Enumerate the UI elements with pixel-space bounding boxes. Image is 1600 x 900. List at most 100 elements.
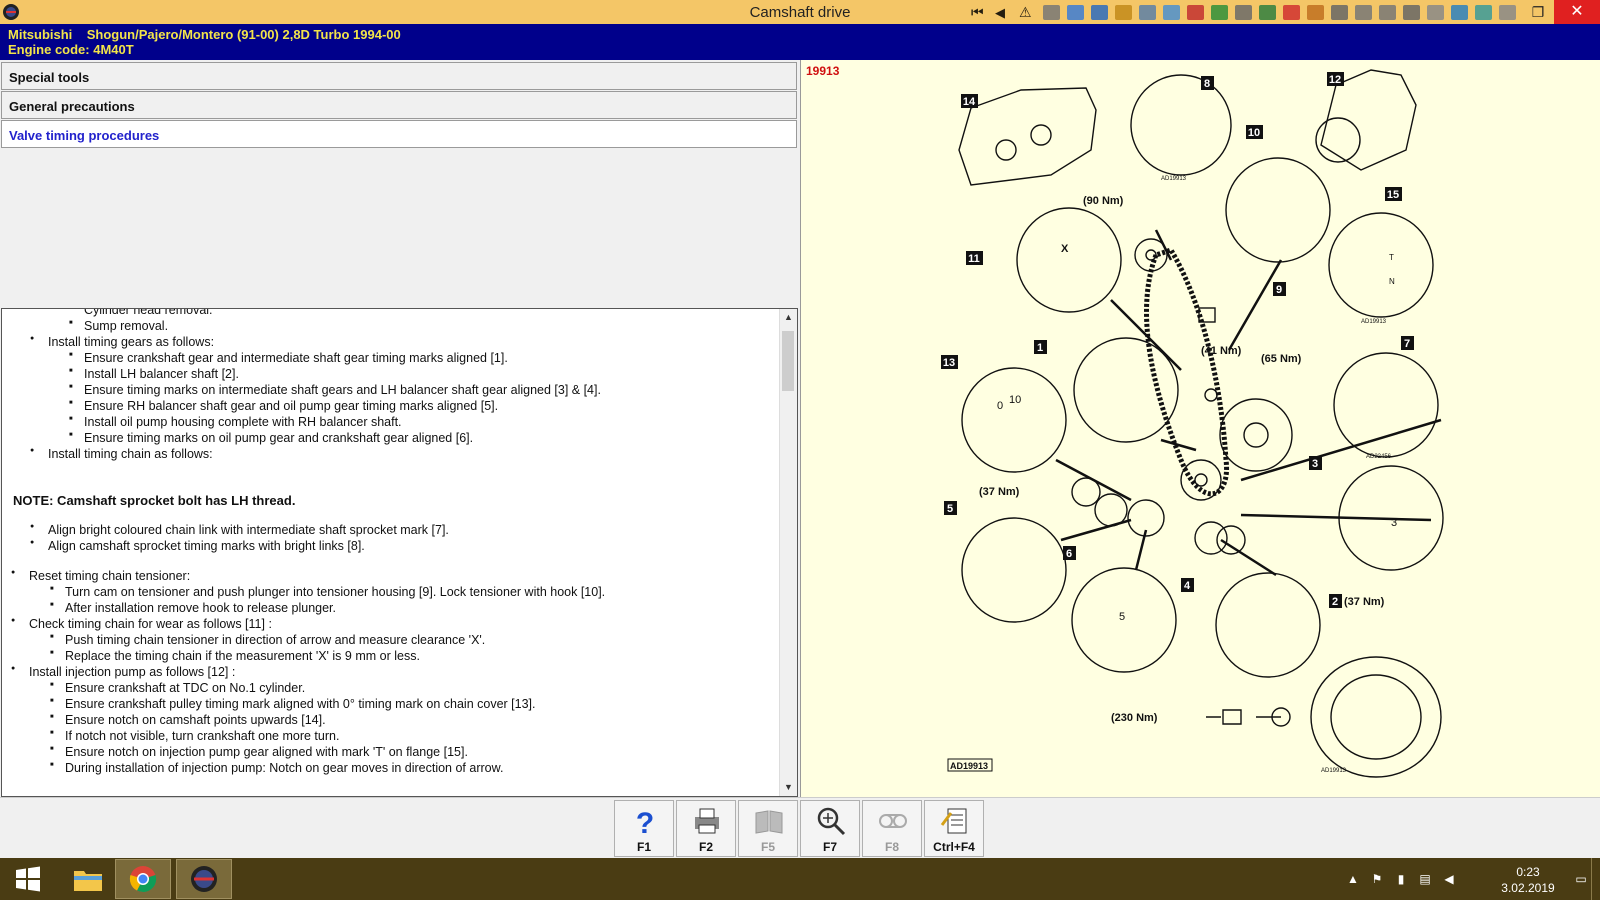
engine-diagram-icon[interactable] — [1400, 1, 1423, 23]
chain-gap-x: X — [1061, 243, 1069, 255]
car-front-icon[interactable] — [1352, 1, 1375, 23]
vehicle-make: Mitsubishi — [8, 27, 73, 42]
torque-label-tensioner: (41 Nm) — [1201, 345, 1242, 357]
f8-chain-button[interactable]: F8 — [862, 800, 922, 857]
menu-item-general-precautions[interactable]: General precautions — [1, 91, 797, 119]
first-page-icon[interactable]: ⏮ — [968, 1, 991, 23]
taskbar-file-explorer[interactable] — [60, 859, 116, 899]
procedure-line: Ensure timing marks on intermediate shaf… — [69, 383, 601, 397]
show-desktop-button[interactable] — [1591, 858, 1600, 900]
vertical-scrollbar[interactable]: ▲ ▼ — [779, 309, 797, 796]
callout-14: 14 — [963, 96, 976, 108]
f1-help-button[interactable]: ? F1 — [614, 800, 674, 857]
gear-mark-3: 3 — [1391, 517, 1397, 529]
chrome-icon — [129, 866, 157, 893]
callout-1: 1 — [1037, 342, 1043, 354]
tyre-icon[interactable] — [1472, 1, 1495, 23]
help-icon: ? — [636, 807, 654, 837]
close-button[interactable]: ✕ — [1554, 0, 1600, 24]
torque-label-balancer-left: (37 Nm) — [979, 486, 1020, 498]
callout-6: 6 — [1066, 548, 1072, 560]
f2-print-button[interactable]: F2 — [676, 800, 736, 857]
procedure-line: Push timing chain tensioner in direction… — [50, 633, 485, 647]
gauge-mark-zero: 0 — [997, 400, 1003, 412]
restore-button[interactable]: ❐ — [1522, 0, 1554, 24]
power-icon[interactable]: ▮ — [1394, 872, 1408, 886]
callout-10: 10 — [1248, 127, 1260, 139]
volume-icon[interactable]: ◀ — [1442, 872, 1456, 886]
detail-8-circle — [1130, 74, 1232, 176]
figure-code: AD19913 — [950, 761, 988, 771]
clipboard-icon[interactable] — [1496, 1, 1519, 23]
app-logo-icon[interactable] — [2, 3, 20, 21]
procedure-line: Reset timing chain tensioner: — [11, 569, 190, 583]
book-icon — [755, 810, 783, 834]
zoom-icon — [817, 807, 846, 836]
gauge-icon[interactable] — [1136, 1, 1159, 23]
show-hidden-icons-icon[interactable]: ▲ — [1346, 872, 1360, 886]
scroll-up-icon[interactable]: ▲ — [780, 309, 797, 326]
taskbar-chrome[interactable] — [115, 859, 171, 899]
vehicle-model: Shogun/Pajero/Montero (91-00) 2,8D Turbo… — [86, 27, 401, 42]
book-icon[interactable] — [1208, 1, 1231, 23]
notifications-icon[interactable]: ▭ — [1574, 872, 1588, 886]
menu-item-special-tools[interactable]: Special tools — [1, 62, 797, 90]
clock-date: 3.02.2019 — [1501, 881, 1555, 895]
callout-13: 13 — [943, 357, 955, 369]
oil-icon[interactable] — [1424, 1, 1447, 23]
tools-icon[interactable] — [1112, 1, 1135, 23]
scroll-down-icon[interactable]: ▼ — [780, 779, 797, 796]
taskbar-autodata[interactable] — [176, 859, 232, 899]
scroll-thumb[interactable] — [782, 331, 794, 391]
procedure-line: Turn cam on tensioner and push plunger i… — [50, 585, 605, 599]
autodata-icon — [191, 866, 217, 892]
menu-empty-area — [1, 150, 797, 308]
start-button[interactable] — [0, 859, 56, 899]
checklist-icon[interactable] — [1184, 1, 1207, 23]
callout-8: 8 — [1204, 78, 1210, 90]
diagram-pane: 8 10 12 14 15 11 9 1 13 7 3 5 6 4 2 (90 … — [800, 60, 1600, 797]
settings-icon[interactable] — [1232, 1, 1255, 23]
picture-icon[interactable] — [1064, 1, 1087, 23]
start-icon — [16, 866, 40, 892]
procedure-line: Ensure timing marks on oil pump gear and… — [69, 431, 473, 445]
chain-icon — [879, 814, 907, 828]
document-icon[interactable] — [1040, 1, 1063, 23]
wheel-icon[interactable] — [1448, 1, 1471, 23]
camshaft-drive-diagram[interactable]: 8 10 12 14 15 11 9 1 13 7 3 5 6 4 2 (90 … — [801, 60, 1600, 797]
callout-3: 3 — [1312, 458, 1318, 470]
clock[interactable]: 0:23 3.02.2019 — [1488, 864, 1568, 896]
procedure-line: Ensure crankshaft at TDC on No.1 cylinde… — [50, 681, 305, 695]
ctrl-f4-notes-button[interactable]: Ctrl+F4 — [924, 800, 984, 857]
procedure-line: Ensure crankshaft pulley timing mark ali… — [50, 697, 535, 711]
torque-label-crank-bolt: (230 Nm) — [1111, 712, 1158, 724]
detail-15-circle — [1328, 212, 1434, 318]
f5-book-button[interactable]: F5 — [738, 800, 798, 857]
wrench-icon[interactable] — [1256, 1, 1279, 23]
diagram-icon[interactable] — [1160, 1, 1183, 23]
procedure-line: Install injection pump as follows [12] : — [11, 665, 235, 679]
procedure-line: Install oil pump housing complete with R… — [69, 415, 402, 429]
flag-icon[interactable]: ⚑ — [1370, 872, 1384, 886]
engine-icon[interactable] — [1088, 1, 1111, 23]
callout-7: 7 — [1404, 338, 1410, 350]
procedure-text-pane[interactable]: Cylinder head removal. Sump removal. Ins… — [1, 308, 798, 797]
f7-zoom-button[interactable]: F7 — [800, 800, 860, 857]
procedure-line: If notch not visible, turn crankshaft on… — [50, 729, 339, 743]
system-tray: ▲ ⚑ ▮ ▤ ◀ 0:23 3.02.2019 ▭ — [1340, 858, 1600, 900]
list-icon[interactable] — [1304, 1, 1327, 23]
procedure-line: Align camshaft sprocket timing marks wit… — [30, 539, 365, 553]
callout-4: 4 — [1184, 580, 1191, 592]
previous-icon[interactable]: ◀ — [992, 1, 1015, 23]
warning-icon[interactable]: ⚠ — [1016, 1, 1039, 23]
detail-10-circle — [1225, 157, 1331, 263]
gear-mark-5: 5 — [1119, 611, 1125, 623]
torque-label-balancer-right: (37 Nm) — [1344, 596, 1385, 608]
car-icon[interactable] — [1328, 1, 1351, 23]
network-icon[interactable]: ▤ — [1418, 872, 1432, 886]
circuit-icon[interactable] — [1280, 1, 1303, 23]
detail-7-circle — [1333, 352, 1439, 458]
menu-item-valve-timing[interactable]: Valve timing procedures — [1, 120, 797, 148]
procedure-line: Check timing chain for wear as follows [… — [11, 617, 272, 631]
car-side-icon[interactable] — [1376, 1, 1399, 23]
